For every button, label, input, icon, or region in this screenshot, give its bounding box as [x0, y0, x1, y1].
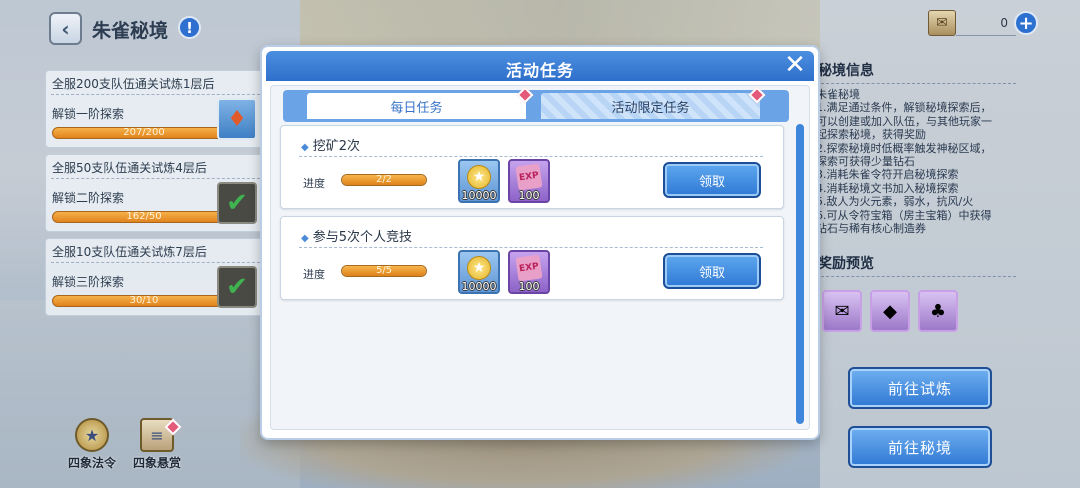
info-line: 探索可获得少量钻石 [816, 155, 915, 169]
reward-count: 10000 [461, 189, 497, 202]
add-currency-button[interactable]: + [1014, 11, 1038, 35]
divider [51, 178, 265, 179]
reward-bag-icon[interactable]: ♣ [918, 290, 958, 332]
modal-body: 每日任务 活动限定任务 ◆ 挖矿2次 进度 2/2 ★ 10000 EXP 100… [270, 85, 810, 430]
trial-progress-bar: 162/50 [52, 211, 236, 223]
checkmark-icon: ✔ [217, 266, 257, 308]
task-name: ◆ 挖矿2次 [301, 135, 360, 154]
trial-progress-text: 30/10 [129, 295, 159, 306]
exp-reward[interactable]: EXP 100 [508, 159, 550, 203]
coin-reward[interactable]: ★ 10000 [458, 159, 500, 203]
exp-icon: EXP [515, 254, 543, 282]
progress-text: 2/2 [375, 174, 393, 185]
currency-display: ✉ 0 + [926, 8, 1038, 38]
reward-preview-heading: 奖励预览 [818, 256, 874, 273]
trial-title: 全服200支队伍通关试炼1层后 [52, 77, 215, 91]
task-list-scrollbar[interactable] [796, 124, 804, 424]
trial-title: 全服50支队伍通关试炼4层后 [52, 161, 207, 175]
trial-unlock-label: 解锁三阶探索 [52, 275, 125, 289]
progress-label: 进度 [303, 177, 325, 190]
four-symbols-order-button[interactable]: ★ 四象法令 [62, 418, 122, 471]
trial-progress-text: 162/50 [126, 211, 162, 222]
page-title: 朱雀秘境 [92, 20, 169, 42]
go-realm-button[interactable]: 前往秘境 [848, 426, 992, 468]
divider [299, 156, 763, 157]
back-arrow-icon: ‹ [61, 16, 70, 41]
info-line: 1.满足通过条件，解锁秘境探索后， [816, 101, 992, 115]
currency-value: 0 [1000, 16, 1008, 30]
coin-reward[interactable]: ★ 10000 [458, 250, 500, 294]
divider [51, 94, 265, 95]
scroll-currency-icon: ✉ [928, 10, 956, 36]
task-name: ◆ 参与5次个人竞技 [301, 226, 412, 245]
checkmark-icon: ✔ [217, 182, 257, 224]
reward-count: 10000 [461, 280, 497, 293]
divider [816, 276, 1016, 278]
info-icon[interactable]: ! [178, 16, 201, 39]
exp-reward[interactable]: EXP 100 [508, 250, 550, 294]
four-symbols-order-label: 四象法令 [67, 456, 116, 470]
modal-header: 活动任务 ✕ [266, 51, 814, 81]
coin-icon: ★ [467, 165, 491, 189]
tab-daily-tasks[interactable]: 每日任务 [307, 93, 526, 119]
task-progress-bar: 5/5 [341, 265, 427, 277]
reward-crystal-icon[interactable]: ◆ [870, 290, 910, 332]
coin-icon: ★ [467, 256, 491, 280]
task-progress-bar: 2/2 [341, 174, 427, 186]
event-tasks-modal: 活动任务 ✕ 每日任务 活动限定任务 ◆ 挖矿2次 进度 2/2 ★ 10000 … [260, 45, 820, 440]
reward-ticket-icon[interactable]: ✉ [822, 290, 862, 332]
trial-progress-bar: 30/10 [52, 295, 236, 307]
realm-info-heading: 秘境信息 [818, 63, 874, 79]
info-line: 2.探索秘境时低概率触发神秘区域， [816, 141, 992, 155]
trial-unlock-label: 解锁二阶探索 [52, 191, 125, 205]
task-tabs: 每日任务 活动限定任务 [283, 90, 789, 122]
progress-text: 5/5 [375, 265, 393, 276]
trial-card-1: 全服200支队伍通关试炼1层后 解锁一阶探索 207/200 ♦ [45, 70, 271, 148]
divider [299, 247, 763, 248]
badge-icon: ★ [75, 418, 109, 452]
task-card: ◆ 挖矿2次 进度 2/2 ★ 10000 EXP 100 领取 [280, 125, 784, 209]
task-name-text: 挖矿2次 [312, 139, 360, 154]
progress-label: 进度 [303, 268, 325, 281]
trial-card-2: 全服50支队伍通关试炼4层后 解锁二阶探索 162/50 ✔ [45, 154, 271, 232]
divider [816, 83, 1016, 84]
diamond-bullet-icon: ◆ [301, 233, 309, 244]
task-name-text: 参与5次个人竞技 [312, 230, 412, 245]
info-line: 5.敌人为火元素，弱水，抗风/火 [816, 195, 974, 209]
info-line: 4.消耗秘境文书加入秘境探索 [816, 181, 959, 195]
info-line: 起探索秘境，获得奖励 [816, 128, 926, 142]
armor-reward-icon[interactable]: ♦ [217, 98, 257, 140]
info-line: 朱雀秘境 [816, 88, 860, 101]
info-line: 可以创建或加入队伍，与其他玩家一 [816, 114, 992, 128]
trial-title: 全服10支队伍通关试炼7层后 [52, 245, 207, 259]
claim-button[interactable]: 领取 [663, 253, 761, 289]
divider [956, 35, 1016, 36]
trial-progress-text: 207/200 [123, 127, 165, 138]
info-line: 3.消耗朱雀令符开启秘境探索 [816, 168, 959, 182]
task-card: ◆ 参与5次个人竞技 进度 5/5 ★ 10000 EXP 100 领取 [280, 216, 784, 300]
close-icon[interactable]: ✕ [782, 52, 808, 78]
realm-info-panel: 秘境信息 朱雀秘境 1.满足通过条件，解锁秘境探索后， 可以创建或加入队伍，与其… [816, 60, 1026, 281]
trial-unlock-label: 解锁一阶探索 [52, 107, 125, 121]
trial-progress-bar: 207/200 [52, 127, 236, 139]
info-line: 钻石与稀有核心制造券 [816, 222, 926, 236]
go-trial-button[interactable]: 前往试炼 [848, 367, 992, 409]
diamond-bullet-icon: ◆ [301, 142, 309, 153]
divider [51, 262, 265, 263]
modal-title: 活动任务 [505, 61, 574, 80]
exp-icon: EXP [515, 163, 543, 191]
reward-count: 100 [518, 280, 540, 293]
four-symbols-bounty-label: 四象悬赏 [132, 456, 181, 470]
trial-card-3: 全服10支队伍通关试炼7层后 解锁三阶探索 30/10 ✔ [45, 238, 271, 316]
reward-count: 100 [518, 189, 540, 202]
claim-button[interactable]: 领取 [663, 162, 761, 198]
tab-event-tasks[interactable]: 活动限定任务 [541, 93, 760, 119]
info-line: 6.可从令符宝箱（房主宝箱）中获得 [816, 208, 992, 222]
back-button[interactable]: ‹ [49, 12, 82, 45]
